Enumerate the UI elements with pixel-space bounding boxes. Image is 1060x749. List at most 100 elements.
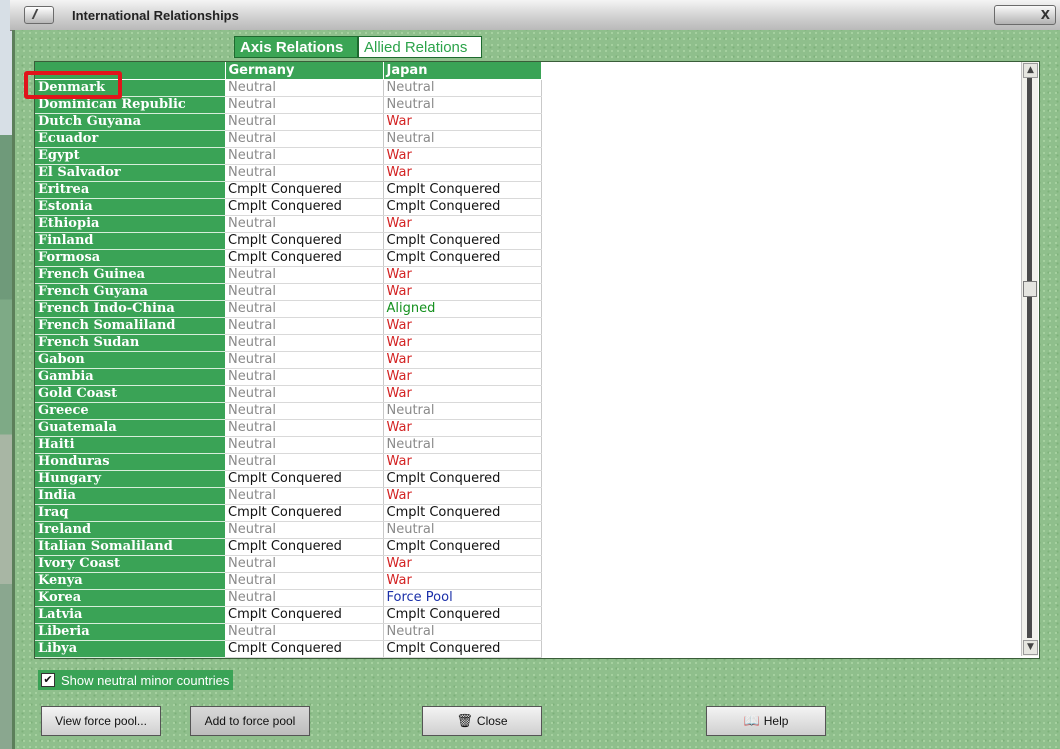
japan-relation-cell[interactable]: War	[383, 572, 542, 590]
germany-relation-cell[interactable]: Cmplt Conquered	[225, 538, 384, 556]
table-row[interactable]: Honduras Neutral War	[35, 453, 542, 471]
scroll-down-arrow-icon[interactable]: ▼	[1023, 640, 1038, 655]
country-name-cell[interactable]: French Indo-China	[35, 300, 225, 318]
japan-relation-cell[interactable]: Cmplt Conquered	[383, 538, 542, 556]
japan-relation-cell[interactable]: Neutral	[383, 623, 542, 641]
country-name-cell[interactable]: El Salvador	[35, 164, 225, 182]
germany-relation-cell[interactable]: Cmplt Conquered	[225, 470, 384, 488]
country-name-cell[interactable]: Honduras	[35, 453, 225, 471]
germany-relation-cell[interactable]: Neutral	[225, 385, 384, 403]
japan-relation-cell[interactable]: War	[383, 419, 542, 437]
germany-relation-cell[interactable]: Neutral	[225, 113, 384, 131]
table-row[interactable]: Haiti Neutral Neutral	[35, 436, 542, 454]
japan-relation-cell[interactable]: Cmplt Conquered	[383, 232, 542, 250]
country-name-cell[interactable]: Dominican Republic	[35, 96, 225, 114]
germany-relation-cell[interactable]: Neutral	[225, 402, 384, 420]
germany-relation-cell[interactable]: Neutral	[225, 623, 384, 641]
japan-relation-cell[interactable]: War	[383, 487, 542, 505]
germany-relation-cell[interactable]: Cmplt Conquered	[225, 249, 384, 267]
japan-relation-cell[interactable]: Neutral	[383, 402, 542, 420]
country-name-cell[interactable]: Denmark	[35, 79, 225, 97]
help-button[interactable]: 📖 Help	[706, 706, 826, 736]
country-name-cell[interactable]: Libya	[35, 640, 225, 658]
japan-relation-cell[interactable]: War	[383, 453, 542, 471]
system-menu-button[interactable]	[24, 6, 54, 24]
germany-relation-cell[interactable]: Neutral	[225, 130, 384, 148]
table-row[interactable]: Gabon Neutral War	[35, 351, 542, 369]
germany-relation-cell[interactable]: Neutral	[225, 487, 384, 505]
germany-relation-cell[interactable]: Neutral	[225, 572, 384, 590]
window-close-button[interactable]: X	[994, 5, 1056, 25]
table-row[interactable]: Gold Coast Neutral War	[35, 385, 542, 403]
japan-relation-cell[interactable]: Neutral	[383, 96, 542, 114]
column-header-germany[interactable]: Germany	[225, 62, 384, 80]
japan-relation-cell[interactable]: Neutral	[383, 79, 542, 97]
japan-relation-cell[interactable]: War	[383, 164, 542, 182]
germany-relation-cell[interactable]: Neutral	[225, 419, 384, 437]
table-row[interactable]: Ireland Neutral Neutral	[35, 521, 542, 539]
germany-relation-cell[interactable]: Neutral	[225, 96, 384, 114]
table-row[interactable]: India Neutral War	[35, 487, 542, 505]
country-name-cell[interactable]: Guatemala	[35, 419, 225, 437]
table-row[interactable]: Estonia Cmplt Conquered Cmplt Conquered	[35, 198, 542, 216]
germany-relation-cell[interactable]: Neutral	[225, 215, 384, 233]
country-name-cell[interactable]: Greece	[35, 402, 225, 420]
country-name-cell[interactable]: Egypt	[35, 147, 225, 165]
table-row[interactable]: French Indo-China Neutral Aligned	[35, 300, 542, 318]
country-name-cell[interactable]: French Sudan	[35, 334, 225, 352]
germany-relation-cell[interactable]: Neutral	[225, 147, 384, 165]
country-name-cell[interactable]: French Guyana	[35, 283, 225, 301]
country-name-cell[interactable]: Formosa	[35, 249, 225, 267]
country-name-cell[interactable]: Estonia	[35, 198, 225, 216]
add-to-force-pool-button[interactable]: Add to force pool	[190, 706, 310, 736]
japan-relation-cell[interactable]: War	[383, 334, 542, 352]
table-row[interactable]: French Sudan Neutral War	[35, 334, 542, 352]
table-row[interactable]: Gambia Neutral War	[35, 368, 542, 386]
japan-relation-cell[interactable]: War	[383, 266, 542, 284]
country-name-cell[interactable]: Eritrea	[35, 181, 225, 199]
country-name-cell[interactable]: French Somaliland	[35, 317, 225, 335]
japan-relation-cell[interactable]: War	[383, 283, 542, 301]
country-name-cell[interactable]: Gold Coast	[35, 385, 225, 403]
japan-relation-cell[interactable]: War	[383, 555, 542, 573]
japan-relation-cell[interactable]: Cmplt Conquered	[383, 198, 542, 216]
table-row[interactable]: French Somaliland Neutral War	[35, 317, 542, 335]
view-force-pool-button[interactable]: View force pool...	[41, 706, 161, 736]
japan-relation-cell[interactable]: War	[383, 385, 542, 403]
country-name-cell[interactable]: Latvia	[35, 606, 225, 624]
table-row[interactable]: El Salvador Neutral War	[35, 164, 542, 182]
japan-relation-cell[interactable]: Cmplt Conquered	[383, 606, 542, 624]
germany-relation-cell[interactable]: Cmplt Conquered	[225, 504, 384, 522]
country-name-cell[interactable]: Gabon	[35, 351, 225, 369]
table-row[interactable]: Ecuador Neutral Neutral	[35, 130, 542, 148]
japan-relation-cell[interactable]: Cmplt Conquered	[383, 181, 542, 199]
japan-relation-cell[interactable]: War	[383, 113, 542, 131]
japan-relation-cell[interactable]: Neutral	[383, 436, 542, 454]
country-name-cell[interactable]: Haiti	[35, 436, 225, 454]
germany-relation-cell[interactable]: Neutral	[225, 453, 384, 471]
germany-relation-cell[interactable]: Neutral	[225, 300, 384, 318]
table-row[interactable]: Kenya Neutral War	[35, 572, 542, 590]
germany-relation-cell[interactable]: Neutral	[225, 283, 384, 301]
japan-relation-cell[interactable]: Neutral	[383, 130, 542, 148]
country-name-cell[interactable]: French Guinea	[35, 266, 225, 284]
scrollbar-track[interactable]	[1027, 78, 1032, 638]
table-row[interactable]: Guatemala Neutral War	[35, 419, 542, 437]
country-name-cell[interactable]: Dutch Guyana	[35, 113, 225, 131]
country-name-cell[interactable]: Finland	[35, 232, 225, 250]
scroll-up-arrow-icon[interactable]: ▲	[1023, 63, 1038, 78]
japan-relation-cell[interactable]: Cmplt Conquered	[383, 640, 542, 658]
scrollbar-thumb[interactable]	[1023, 281, 1037, 297]
country-name-cell[interactable]: Hungary	[35, 470, 225, 488]
germany-relation-cell[interactable]: Cmplt Conquered	[225, 198, 384, 216]
japan-relation-cell[interactable]: War	[383, 215, 542, 233]
table-row[interactable]: French Guinea Neutral War	[35, 266, 542, 284]
country-name-cell[interactable]: Kenya	[35, 572, 225, 590]
germany-relation-cell[interactable]: Cmplt Conquered	[225, 181, 384, 199]
table-row[interactable]: Hungary Cmplt Conquered Cmplt Conquered	[35, 470, 542, 488]
germany-relation-cell[interactable]: Cmplt Conquered	[225, 606, 384, 624]
country-name-cell[interactable]: Korea	[35, 589, 225, 607]
germany-relation-cell[interactable]: Neutral	[225, 351, 384, 369]
table-row[interactable]: Libya Cmplt Conquered Cmplt Conquered	[35, 640, 542, 658]
germany-relation-cell[interactable]: Neutral	[225, 317, 384, 335]
